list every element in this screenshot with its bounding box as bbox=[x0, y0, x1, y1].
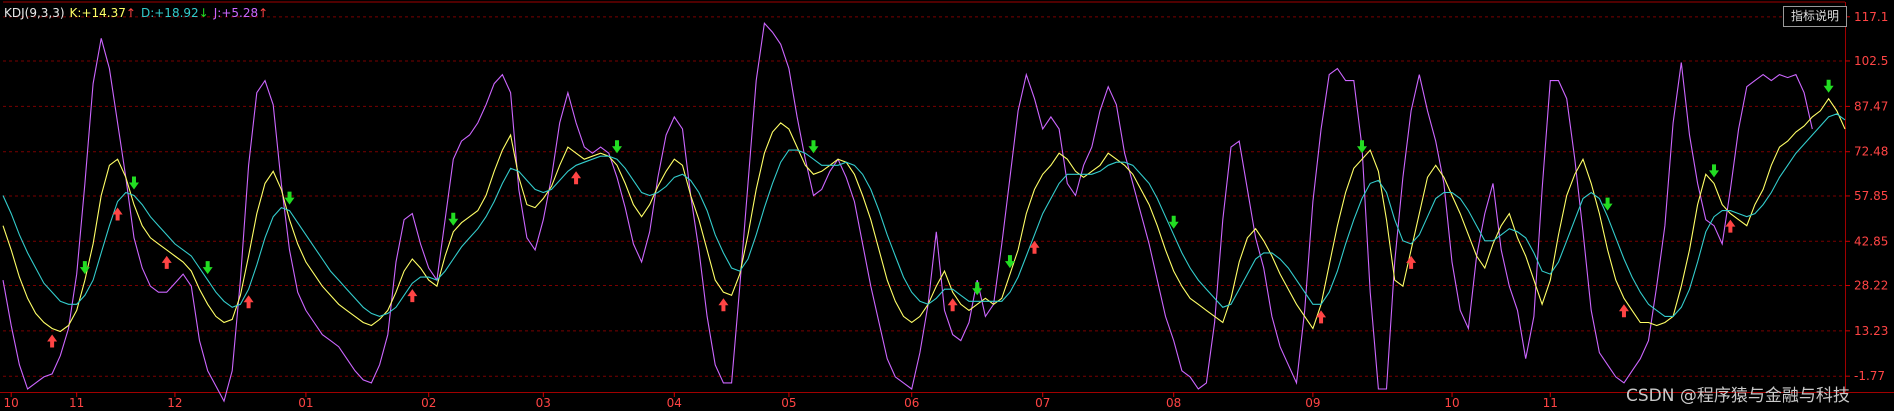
x-tick-label: 08 bbox=[1166, 396, 1181, 410]
sell-signal-arrow bbox=[284, 191, 295, 205]
sell-signal-arrow bbox=[1709, 164, 1720, 178]
x-tick-label: 01 bbox=[298, 396, 313, 410]
buy-signal-arrow bbox=[947, 298, 958, 312]
x-tick-label: 05 bbox=[781, 396, 796, 410]
buy-signal-arrow bbox=[47, 334, 58, 348]
y-tick-label: 57.85 bbox=[1854, 189, 1888, 203]
y-tick-label: 13.23 bbox=[1854, 324, 1888, 338]
y-tick-label: 42.85 bbox=[1854, 234, 1888, 248]
y-tick-label: 87.47 bbox=[1854, 99, 1888, 113]
series-line-k bbox=[2, 97, 1846, 333]
indicator-help-button[interactable]: 指标说明 bbox=[1783, 6, 1847, 27]
indicator-name: KDJ(9,3,3) bbox=[4, 6, 65, 20]
j-value: +5.28 bbox=[221, 6, 259, 20]
x-tick-label: 04 bbox=[667, 396, 682, 410]
buy-signal-arrow bbox=[1316, 310, 1327, 324]
d-label: D: bbox=[140, 6, 155, 20]
y-tick-label: 117.1 bbox=[1854, 10, 1888, 24]
y-tick-label: -1.77 bbox=[1854, 369, 1885, 383]
buy-signal-arrow bbox=[1618, 304, 1629, 318]
x-tick-label: 10 bbox=[4, 396, 19, 410]
sell-signal-arrow bbox=[448, 212, 459, 226]
kdj-chart-canvas: 117.1 102.5 87.47 72.48 57.85 42.85 28.22 13.23… bbox=[0, 1, 1894, 410]
buy-signal-arrow bbox=[571, 171, 582, 185]
x-tick-label: 10 bbox=[1444, 396, 1459, 410]
buy-signal-arrow bbox=[112, 207, 123, 221]
sell-signal-arrow bbox=[612, 140, 622, 154]
x-tick-label: 09 bbox=[1305, 396, 1320, 410]
buy-signal-arrow bbox=[243, 295, 254, 309]
x-tick-label: 11 bbox=[69, 396, 84, 410]
sell-signal-arrow bbox=[1823, 79, 1834, 93]
x-tick-label: 02 bbox=[421, 396, 436, 410]
y-tick-label: 28.22 bbox=[1854, 279, 1888, 293]
k-value: +14.37 bbox=[81, 6, 126, 20]
buy-signal-arrow bbox=[718, 298, 729, 312]
x-tick-label: 03 bbox=[536, 396, 551, 410]
j-arrow-icon: ↑ bbox=[258, 6, 269, 20]
indicator-legend: KDJ(9,3,3) K:+14.37↑ D:+18.92↓ J:+5.28↑ bbox=[4, 6, 273, 20]
sell-signal-arrow bbox=[128, 176, 139, 190]
csdn-watermark: CSDN @程序猿与金融与科技 bbox=[1626, 386, 1850, 406]
x-tick-label: 06 bbox=[904, 396, 919, 410]
buy-signal-arrow bbox=[1725, 219, 1736, 233]
x-tick-label: 07 bbox=[1035, 396, 1050, 410]
d-value: +18.92 bbox=[154, 6, 199, 20]
x-tick-label: 11 bbox=[1543, 396, 1558, 410]
k-arrow-icon: ↑ bbox=[125, 6, 136, 20]
d-arrow-icon: ↓ bbox=[198, 6, 209, 20]
k-label: K: bbox=[69, 6, 82, 20]
y-tick-label: 72.48 bbox=[1854, 145, 1888, 159]
series-line-d bbox=[2, 113, 1846, 317]
y-tick-label: 102.5 bbox=[1854, 54, 1888, 68]
kdj-chart: 117.1 102.5 87.47 72.48 57.85 42.85 28.22 13.23… bbox=[0, 0, 1894, 411]
x-tick-label: 12 bbox=[167, 396, 182, 410]
buy-signal-arrow bbox=[161, 255, 172, 269]
buy-signal-arrow bbox=[407, 289, 418, 303]
sell-signal-arrow bbox=[202, 261, 213, 275]
series-line-j bbox=[2, 21, 1813, 403]
sell-signal-arrow bbox=[1004, 255, 1015, 269]
